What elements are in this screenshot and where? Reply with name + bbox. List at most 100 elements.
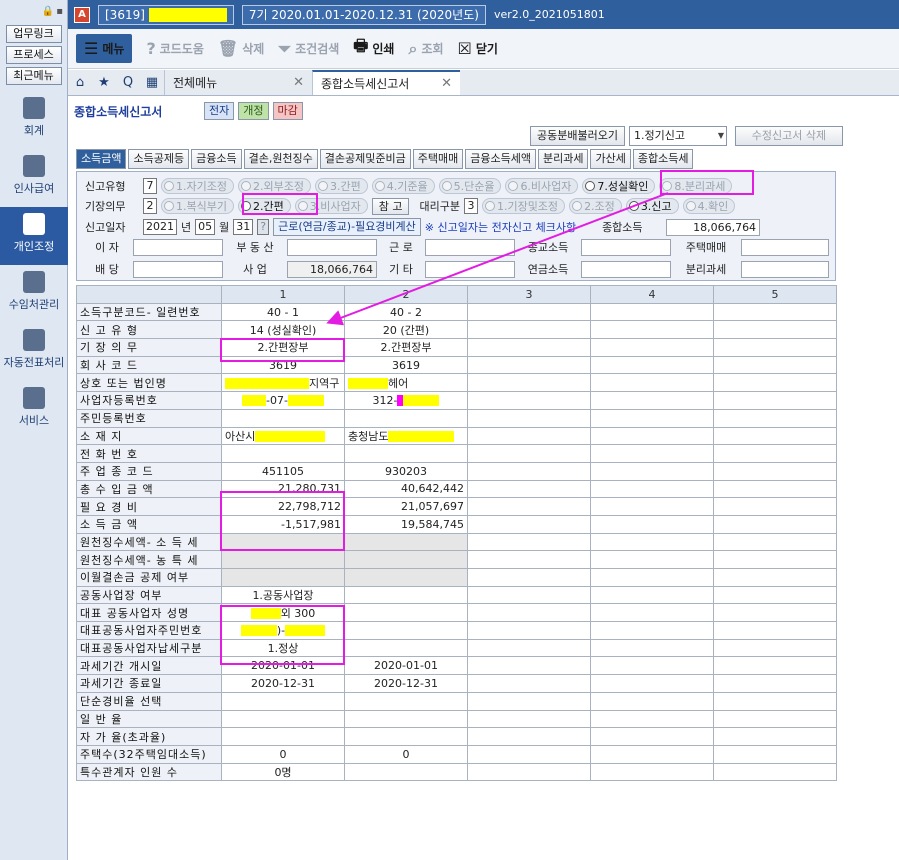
filing-type-code[interactable]: 7 xyxy=(143,178,157,194)
cell-col-2[interactable] xyxy=(344,603,468,623)
cell-col-1[interactable]: 지역구 xyxy=(221,373,345,393)
other-field[interactable] xyxy=(425,260,515,278)
radio-confirm[interactable]: 4.확인 xyxy=(682,198,736,214)
table-row[interactable]: 주 업 종 코 드 451105 930203 xyxy=(76,461,837,481)
cell-col-5[interactable] xyxy=(713,426,837,446)
period-box[interactable]: 7기 2020.01.01-2020.12.31 (2020년도) xyxy=(241,4,486,25)
cell-col-2[interactable]: 0 xyxy=(344,744,468,764)
cell-col-2[interactable]: 충청남도 xyxy=(344,426,468,446)
cell-col-5[interactable] xyxy=(713,691,837,711)
cell-col-3[interactable] xyxy=(467,497,591,516)
business-field[interactable]: 18,066,764 xyxy=(287,260,377,278)
cell-col-2[interactable] xyxy=(344,408,468,428)
cell-col-4[interactable] xyxy=(590,550,714,569)
table-row[interactable]: 과세기간 개시일 2020-01-01 2020-01-01 xyxy=(76,656,837,676)
cell-col-2[interactable] xyxy=(344,444,468,463)
subtab-house-sale[interactable]: 주택매매 xyxy=(412,149,464,169)
cell-col-3[interactable] xyxy=(467,320,591,340)
cell-col-3[interactable] xyxy=(467,514,591,534)
cell-col-3[interactable] xyxy=(467,426,591,446)
menu-button[interactable]: ☰ 메뉴 xyxy=(76,34,133,63)
tab-income-tax-report[interactable]: 종합소득세신고서 ✕ xyxy=(312,70,460,95)
reference-button[interactable]: 참 고 xyxy=(371,197,410,215)
cell-col-1[interactable]: 22,798,712 xyxy=(221,497,345,516)
cell-col-2[interactable] xyxy=(344,585,468,605)
filing-type-select[interactable]: 1.정기신고 xyxy=(628,126,727,146)
cell-col-1[interactable] xyxy=(221,568,345,587)
table-row[interactable]: 단순경비율 선택 xyxy=(76,691,837,711)
condition-search-button[interactable]: ⏷ 조건검색 xyxy=(278,39,339,59)
cell-col-5[interactable] xyxy=(713,497,837,516)
cell-col-2[interactable] xyxy=(344,727,468,746)
cell-col-4[interactable] xyxy=(590,744,714,764)
cell-col-4[interactable] xyxy=(590,479,714,499)
cell-col-1[interactable]: 3619 xyxy=(221,355,345,375)
cell-col-2[interactable]: 930203 xyxy=(344,461,468,481)
cell-col-3[interactable] xyxy=(467,408,591,428)
cell-col-4[interactable] xyxy=(590,568,714,587)
col-5-header[interactable]: 5 xyxy=(713,285,837,304)
cell-col-5[interactable] xyxy=(713,532,837,552)
cell-col-4[interactable] xyxy=(590,727,714,746)
cell-col-2[interactable] xyxy=(344,568,468,587)
cell-col-3[interactable] xyxy=(467,762,591,782)
cell-col-4[interactable] xyxy=(590,426,714,446)
cell-col-1[interactable]: 0 xyxy=(221,744,345,764)
radio-external-adjust[interactable]: 2.외부조정 xyxy=(237,178,311,194)
table-row[interactable]: 특수관계자 인원 수 0명 xyxy=(76,762,837,782)
table-row[interactable]: 소 재 지 아산시 충청남도 xyxy=(76,426,837,446)
cell-col-4[interactable] xyxy=(590,621,714,640)
date-help-button[interactable]: ? xyxy=(257,219,270,235)
table-row[interactable]: 이월결손금 공제 여부 xyxy=(76,568,837,587)
cell-col-3[interactable] xyxy=(467,674,591,693)
table-row[interactable]: 주민등록번호 xyxy=(76,408,837,428)
cell-col-3[interactable] xyxy=(467,691,591,711)
radio-book-adjust[interactable]: 1.기장및조정 xyxy=(481,198,566,214)
cell-col-3[interactable] xyxy=(467,709,591,729)
cell-col-5[interactable] xyxy=(713,621,837,640)
subtab-loss-reserve[interactable]: 결손공제및준비금 xyxy=(319,149,411,169)
dividend-field[interactable] xyxy=(133,260,223,278)
labor-field[interactable] xyxy=(425,238,515,256)
cell-col-1[interactable] xyxy=(221,691,345,711)
cell-col-4[interactable] xyxy=(590,373,714,393)
radio-simple-rate[interactable]: 5.단순율 xyxy=(438,178,502,194)
cell-col-3[interactable] xyxy=(467,638,591,658)
cell-col-3[interactable] xyxy=(467,585,591,605)
table-row[interactable]: 소 득 금 액 -1,517,981 19,584,745 xyxy=(76,514,837,534)
cell-col-1[interactable]: 1.정상 xyxy=(221,638,345,658)
nav-personal-adjust[interactable]: 개인조정 xyxy=(0,207,68,265)
radio-non-business-book[interactable]: 3.비사업자 xyxy=(294,198,368,214)
subtab-additional-tax[interactable]: 가산세 xyxy=(590,149,631,169)
cell-col-4[interactable] xyxy=(590,638,714,658)
cell-col-5[interactable] xyxy=(713,550,837,569)
cell-col-5[interactable] xyxy=(713,727,837,746)
subtab-financial-tax[interactable]: 금융소득세액 xyxy=(465,149,536,169)
table-row[interactable]: 사업자등록번호 -07- 312- xyxy=(76,391,837,410)
cell-col-1[interactable]: )- xyxy=(221,621,345,640)
table-row[interactable]: 회 사 코 드 3619 3619 xyxy=(76,355,837,375)
cell-col-3[interactable] xyxy=(467,391,591,410)
cell-col-2[interactable]: 20 (간편) xyxy=(344,320,468,340)
cell-col-3[interactable] xyxy=(467,744,591,764)
radio-separate-tax[interactable]: 8.분리과세 xyxy=(659,178,733,194)
subtab-total-income-tax[interactable]: 종합소득세 xyxy=(632,149,694,169)
cell-col-5[interactable] xyxy=(713,479,837,499)
cell-col-1[interactable]: 40 - 1 xyxy=(221,302,345,322)
cell-col-5[interactable] xyxy=(713,373,837,393)
cell-col-3[interactable] xyxy=(467,355,591,375)
search-q-icon[interactable]: Q xyxy=(116,70,140,95)
cell-col-2[interactable] xyxy=(344,638,468,658)
tab-main-menu[interactable]: 전체메뉴 ✕ xyxy=(164,70,312,95)
revision-badge[interactable]: 개정 xyxy=(238,102,269,120)
cell-col-1[interactable] xyxy=(221,709,345,729)
table-row[interactable]: 소득구분코드- 일련번호 40 - 1 40 - 2 xyxy=(76,302,837,322)
joint-distribution-button[interactable]: 공동분배불러오기 xyxy=(530,126,625,146)
interest-field[interactable] xyxy=(133,238,223,256)
cell-col-2[interactable]: 2020-01-01 xyxy=(344,656,468,676)
cell-col-4[interactable] xyxy=(590,497,714,516)
cell-col-5[interactable] xyxy=(713,444,837,463)
cell-col-1[interactable]: 0명 xyxy=(221,762,345,782)
cell-col-2[interactable]: 40,642,442 xyxy=(344,479,468,499)
cell-col-1[interactable]: 1.공동사업장 xyxy=(221,585,345,605)
